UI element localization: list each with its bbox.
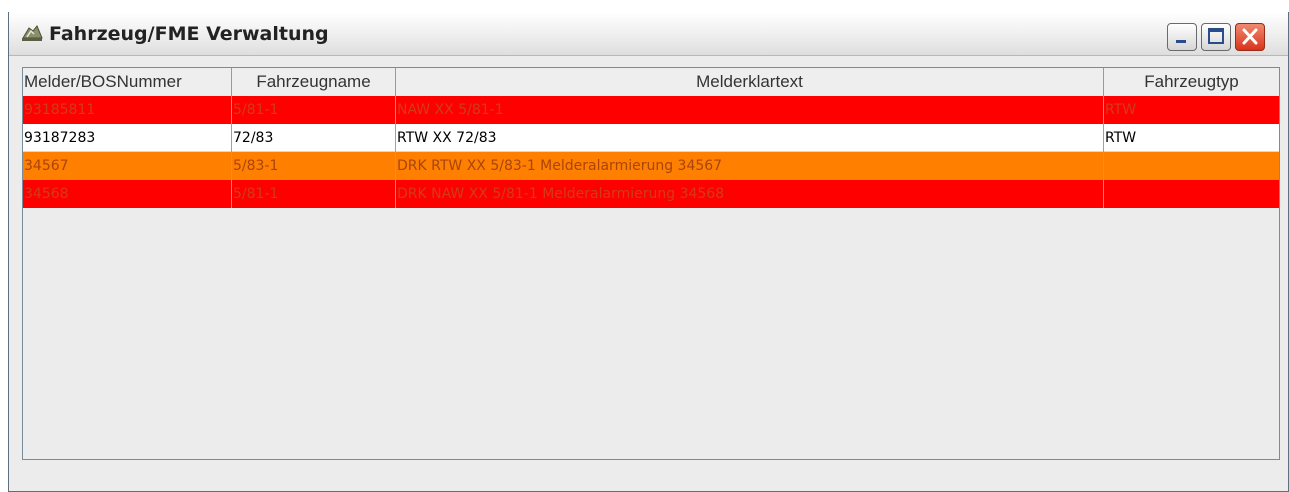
table-row[interactable]: 34567 5/83-1 DRK RTW XX 5/83-1 Melderala… (23, 152, 1279, 180)
cell-fahrzeugname: 5/81-1 (232, 180, 396, 208)
cell-fahrzeugtyp: RTW (1105, 130, 1137, 146)
cell-melder: 93185811 (23, 96, 232, 124)
column-header-melderklartext[interactable]: Melderklartext (396, 68, 1104, 96)
maximize-icon (1208, 28, 1224, 44)
cell-fahrzeugname: 5/83-1 (232, 152, 396, 180)
cell-fahrzeugname: 72/83 (232, 124, 396, 152)
maximize-button[interactable] (1201, 23, 1231, 51)
fire-helmet-icon (22, 25, 43, 41)
title-bar[interactable]: Fahrzeug/FME Verwaltung (9, 12, 1288, 56)
cell-fahrzeugtyp (1104, 180, 1279, 208)
cell-melderklartext: NAW XX 5/81-1 (396, 96, 1104, 124)
table-row[interactable]: 93185811 5/81-1 NAW XX 5/81-1 RTW (23, 96, 1279, 124)
cell-melder: 34567 (23, 152, 232, 180)
cell-fahrzeugtyp (1104, 152, 1279, 180)
column-header-melder[interactable]: Melder/BOSNummer (23, 68, 232, 96)
column-header-fahrzeugname[interactable]: Fahrzeugname (232, 68, 396, 96)
cell-melderklartext: RTW XX 72/83 (396, 124, 1104, 152)
close-button[interactable] (1235, 23, 1265, 51)
cell-melder: 93187283 (23, 124, 232, 152)
app-window: Fahrzeug/FME Verwaltung Melder/BOSNummer… (8, 12, 1289, 492)
table-header: Melder/BOSNummer Fahrzeugname Melderklar… (23, 68, 1279, 97)
cell-fahrzeugname: 5/81-1 (232, 96, 396, 124)
cell-melderklartext: DRK NAW XX 5/81-1 Melderalarmierung 3456… (396, 180, 1104, 208)
cell-melder: 34568 (23, 180, 232, 208)
close-icon (1242, 28, 1258, 45)
table-row[interactable]: 93187283 72/83 RTW XX 72/83 RTW (23, 124, 1279, 152)
minimize-icon (1176, 40, 1186, 43)
window-title: Fahrzeug/FME Verwaltung (49, 23, 329, 45)
cell-melderklartext: DRK RTW XX 5/83-1 Melderalarmierung 3456… (396, 152, 1104, 180)
table-row[interactable]: 34568 5/81-1 DRK NAW XX 5/81-1 Melderala… (23, 180, 1279, 208)
minimize-button[interactable] (1167, 23, 1197, 51)
vehicle-table[interactable]: Melder/BOSNummer Fahrzeugname Melderklar… (22, 67, 1280, 460)
cell-fahrzeugtyp: RTW (1105, 102, 1137, 118)
column-header-fahrzeugtyp[interactable]: Fahrzeugtyp (1104, 68, 1279, 96)
